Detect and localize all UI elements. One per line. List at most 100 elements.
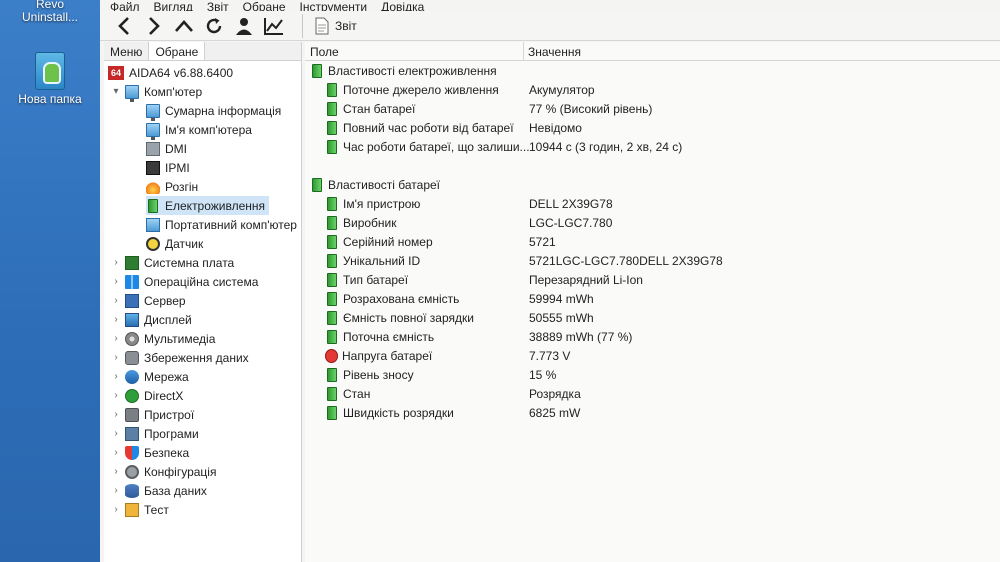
report-button[interactable]: Звіт — [315, 17, 357, 35]
table-row[interactable]: Час роботи батареї, що залиши... 10944 с… — [305, 138, 995, 157]
row-value: DELL 2X39G78 — [529, 197, 613, 211]
section-header-battery-properties[interactable]: Властивості батареї — [305, 176, 995, 195]
row-field: Стан батареї — [343, 102, 416, 116]
collapsed-arrow-icon[interactable]: › — [112, 352, 120, 363]
tree-item-computer[interactable]: ▾ Комп'ютер — [112, 82, 203, 102]
collapsed-arrow-icon[interactable]: › — [112, 390, 120, 401]
table-row[interactable]: Швидкість розрядки 6825 mW — [305, 404, 995, 423]
expanded-arrow-icon[interactable]: ▾ — [112, 86, 120, 97]
chevron-left-icon — [118, 16, 129, 35]
collapsed-arrow-icon[interactable]: › — [112, 295, 120, 306]
user-button[interactable] — [230, 12, 258, 40]
collapsed-arrow-icon[interactable]: › — [112, 276, 120, 287]
tab-favorites[interactable]: Обране — [149, 42, 206, 60]
tree-item-computer-name[interactable]: Ім'я комп'ютера — [146, 120, 252, 140]
revo-uninstaller-shortcut[interactable]: Revo Uninstall... — [0, 0, 100, 24]
tree-item-display[interactable]: › Дисплей — [112, 310, 192, 329]
collapsed-arrow-icon[interactable]: › — [112, 314, 120, 325]
collapsed-arrow-icon[interactable]: › — [112, 371, 120, 382]
tree-item-motherboard[interactable]: › Системна плата — [112, 253, 234, 272]
tree-item-configuration[interactable]: › Конфігурація — [112, 462, 216, 481]
collapsed-arrow-icon[interactable]: › — [112, 428, 120, 439]
menu-file[interactable]: Файл — [110, 1, 140, 11]
table-row[interactable]: Стан батареї 77 % (Високий рівень) — [305, 100, 995, 119]
tab-menu[interactable]: Меню — [104, 42, 150, 60]
table-row[interactable]: Ім'я пристрою DELL 2X39G78 — [305, 195, 995, 214]
tree-item-multimedia-label: Мультимедіа — [144, 331, 216, 346]
table-row[interactable]: Серійний номер 5721 — [305, 233, 995, 252]
toolbar: Звіт — [100, 11, 1000, 41]
tree-item-operating-system[interactable]: › Операційна система — [112, 272, 258, 291]
menu-tools[interactable]: Інструменти — [300, 1, 368, 11]
collapsed-arrow-icon[interactable]: › — [112, 447, 120, 458]
tree-item-benchmark[interactable]: › Тест — [112, 500, 169, 519]
menu-bar: Файл Вигляд Звіт Обране Інструменти Дові… — [100, 0, 1000, 11]
table-row[interactable]: Виробник LGC-LGC7.780 — [305, 214, 995, 233]
collapsed-arrow-icon[interactable]: › — [112, 504, 120, 515]
tree-item-storage[interactable]: › Збереження даних — [112, 348, 249, 367]
tree-item-programs-label: Програми — [144, 426, 199, 441]
tree-item-dmi[interactable]: DMI — [146, 139, 187, 158]
tree-item-ipmi[interactable]: IPMI — [146, 158, 190, 177]
battery-icon — [327, 330, 337, 344]
table-row[interactable]: Розрахована ємність 59994 mWh — [305, 290, 995, 309]
menu-favorites[interactable]: Обране — [243, 1, 286, 11]
row-field: Розрахована ємність — [343, 292, 460, 306]
column-resize-handle[interactable] — [523, 42, 524, 61]
chart-button[interactable] — [260, 12, 288, 40]
tree-item-computer-label: Комп'ютер — [144, 84, 203, 99]
back-button[interactable] — [110, 12, 138, 40]
tree-root-aida64[interactable]: 64 AIDA64 v6.88.6400 — [108, 63, 233, 82]
folder-icon — [35, 52, 65, 90]
voltage-bolt-icon — [325, 349, 338, 363]
table-row[interactable]: Стан Розрядка — [305, 385, 995, 404]
tree-item-sensor[interactable]: Датчик — [146, 234, 203, 253]
tree-item-devices[interactable]: › Пристрої — [112, 405, 194, 424]
table-row[interactable]: Унікальний ID 5721LGC-LGC7.780DELL 2X39G… — [305, 252, 995, 271]
section-header-power-properties[interactable]: Властивості електроживлення — [305, 62, 995, 81]
tree-item-database[interactable]: › База даних — [112, 481, 207, 500]
collapsed-arrow-icon[interactable]: › — [112, 466, 120, 477]
tree-item-directx[interactable]: › DirectX — [112, 386, 183, 405]
up-button[interactable] — [170, 12, 198, 40]
menu-report[interactable]: Звіт — [207, 1, 229, 11]
database-icon — [125, 483, 139, 498]
tree-item-power-management[interactable]: Електроживлення — [146, 196, 270, 215]
forward-button[interactable] — [140, 12, 168, 40]
multimedia-icon — [125, 331, 139, 346]
table-row[interactable]: Тип батареї Перезарядний Li-Ion — [305, 271, 995, 290]
table-row[interactable]: Ємність повної зарядки 50555 mWh — [305, 309, 995, 328]
table-row[interactable]: Повний час роботи від батареї Невідомо — [305, 119, 995, 138]
new-folder-shortcut[interactable]: Нова папка — [0, 52, 100, 106]
tree-item-server[interactable]: › Сервер — [112, 291, 186, 310]
tree-item-storage-label: Збереження даних — [144, 350, 249, 365]
menu-view[interactable]: Вигляд — [154, 1, 193, 11]
tree-item-multimedia[interactable]: › Мультимедіа — [112, 329, 215, 348]
display-icon — [125, 312, 139, 327]
table-row[interactable]: Рівень зносу 15 % — [305, 366, 995, 385]
collapsed-arrow-icon[interactable]: › — [112, 485, 120, 496]
menu-help[interactable]: Довідка — [381, 1, 424, 11]
tree-item-overclock[interactable]: Розгін — [146, 177, 198, 196]
windows-icon — [125, 274, 139, 289]
table-row[interactable]: Поточна ємність 38889 mWh (77 %) — [305, 328, 995, 347]
tree-item-computer-name-label: Ім'я комп'ютера — [165, 122, 252, 137]
tree-item-summary[interactable]: Сумарна інформація — [146, 101, 281, 121]
column-header-field[interactable]: Поле — [310, 45, 339, 59]
aida64-window: Файл Вигляд Звіт Обране Інструменти Дові… — [100, 0, 1000, 562]
tree-item-network[interactable]: › Мережа — [112, 367, 189, 386]
tree-item-security[interactable]: › Безпека — [112, 443, 189, 462]
collapsed-arrow-icon[interactable]: › — [112, 333, 120, 344]
collapsed-arrow-icon[interactable]: › — [112, 257, 120, 268]
battery-icon — [327, 292, 337, 306]
column-header-value[interactable]: Значення — [528, 45, 581, 59]
table-row[interactable]: Поточне джерело живлення Акумулятор — [305, 81, 995, 100]
tree-item-programs[interactable]: › Програми — [112, 424, 199, 443]
table-row[interactable]: Напруга батареї 7.773 V — [305, 347, 995, 366]
tree-item-portable-computer[interactable]: Портативний комп'ютер — [146, 215, 297, 234]
benchmark-icon — [125, 502, 139, 517]
tree-root-label: AIDA64 v6.88.6400 — [129, 65, 234, 80]
refresh-button[interactable] — [200, 12, 228, 40]
navigation-panel: Меню Обране 64 AIDA64 v6.88.6400 ▾ Комп'… — [104, 42, 302, 562]
collapsed-arrow-icon[interactable]: › — [112, 409, 120, 420]
